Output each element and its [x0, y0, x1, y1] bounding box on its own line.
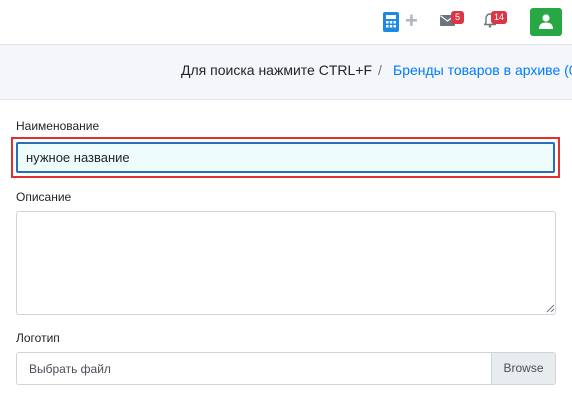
resize-grip-icon[interactable]: [545, 303, 555, 313]
search-hint: Для поиска нажмите CTRL+F: [181, 62, 372, 78]
plus-icon[interactable]: +: [405, 10, 418, 32]
user-icon: [539, 14, 553, 29]
description-textarea[interactable]: [16, 211, 556, 315]
breadcrumb-link-archived-brands[interactable]: Бренды товаров в архиве (0): [393, 62, 572, 78]
calculator-icon[interactable]: [383, 12, 399, 32]
notification-count-badge: 14: [491, 11, 508, 24]
file-placeholder: Выбрать файл: [29, 362, 111, 376]
mail-count-badge: 5: [451, 11, 464, 24]
user-menu-button[interactable]: [530, 8, 562, 36]
name-input[interactable]: [16, 142, 555, 173]
logo-label: Логотип: [16, 331, 60, 345]
description-label: Описание: [16, 190, 72, 204]
breadcrumb: Для поиска нажмите CTRL+F / Бренды товар…: [0, 60, 572, 80]
breadcrumb-separator: /: [378, 62, 382, 78]
name-label: Наименование: [16, 119, 100, 133]
logo-file-input[interactable]: Выбрать файл Browse: [16, 352, 556, 385]
browse-button[interactable]: Browse: [491, 353, 555, 384]
top-navbar: + 5 14: [0, 0, 572, 45]
